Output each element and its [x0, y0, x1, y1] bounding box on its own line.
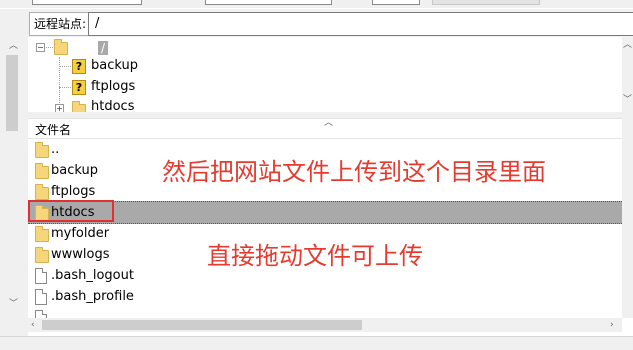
scroll-down-arrow-icon[interactable]: ﹀	[9, 299, 18, 309]
tree-connector	[59, 66, 71, 67]
list-item-name: ..	[51, 142, 60, 157]
remote-site-path-input[interactable]: /	[88, 12, 633, 36]
list-item[interactable]: .bash_profile	[28, 286, 622, 307]
list-item-name: .bash_profile	[51, 289, 134, 304]
status-bar-edge	[0, 336, 633, 350]
list-item-name: .bash_logout	[51, 268, 134, 283]
unknown-folder-icon: ?	[72, 59, 86, 74]
collapse-icon[interactable]: −	[36, 43, 45, 52]
port-input-edge[interactable]	[372, 0, 420, 5]
list-item-name: myfolder	[51, 226, 110, 241]
list-item-name: backup	[51, 163, 98, 178]
horizontal-scroll-thumb[interactable]	[42, 320, 362, 330]
remote-site-label: 远程站点:	[29, 12, 92, 36]
tree-scrollbar[interactable]: ︿ ﹀	[622, 37, 633, 112]
tree-item-backup[interactable]: backup	[91, 58, 138, 73]
tree-root-item[interactable]: /	[98, 41, 108, 55]
column-header-label: 文件名	[35, 123, 72, 137]
list-item-name: ftplogs	[51, 184, 96, 199]
column-header-filename[interactable]: 文件名 ︿	[28, 119, 622, 139]
tree-connector	[59, 87, 71, 88]
top-toolbar-strip	[0, 0, 633, 8]
expand-icon[interactable]: +	[55, 104, 64, 112]
scroll-right-arrow-icon[interactable]: ›	[610, 320, 614, 330]
folder-icon	[72, 101, 86, 112]
annotation-drag-hint: 直接拖动文件可上传	[207, 242, 423, 270]
file-list-horizontal-scrollbar[interactable]: ‹ ›	[28, 318, 622, 332]
annotation-upload-instruction: 然后把网站文件上传到这个目录里面	[162, 158, 546, 186]
remote-site-path-value: /	[95, 16, 100, 31]
folder-icon	[35, 163, 49, 179]
file-list-scrollbar[interactable]	[622, 118, 633, 318]
file-icon	[35, 268, 47, 284]
list-item-selected[interactable]: htdocs	[28, 201, 622, 224]
folder-icon	[35, 142, 49, 158]
left-pane-edge: ︿ ﹀	[0, 37, 28, 349]
annotation-highlight-box	[28, 200, 114, 222]
tree-item-ftplogs[interactable]: ftplogs	[91, 79, 135, 94]
tree-item-htdocs[interactable]: htdocs	[91, 99, 134, 112]
local-site-input-edge[interactable]	[32, 0, 142, 5]
unknown-folder-icon: ?	[72, 80, 86, 95]
folder-icon	[35, 184, 49, 200]
list-item-name: wwwlogs	[51, 247, 110, 262]
folder-icon	[35, 247, 49, 263]
remote-file-list: 文件名 ︿ .. backup ftplogs htdocs myfolder …	[28, 118, 622, 319]
left-scroll-thumb[interactable]	[6, 55, 18, 131]
sort-ascending-icon: ︿	[324, 118, 334, 128]
scroll-up-arrow-icon[interactable]: ︿	[623, 40, 632, 50]
file-icon	[35, 289, 47, 305]
host-input-edge[interactable]	[205, 0, 332, 5]
remote-directory-tree: − / ? backup ? ftplogs + htdocs	[28, 37, 622, 112]
scroll-down-arrow-icon[interactable]: ﹀	[623, 95, 632, 105]
quickconnect-button-edge[interactable]	[432, 0, 540, 5]
folder-icon	[35, 226, 49, 242]
scroll-left-arrow-icon[interactable]: ‹	[31, 320, 35, 330]
root-folder-icon	[54, 39, 68, 55]
scroll-up-arrow-icon[interactable]: ︿	[9, 41, 18, 51]
